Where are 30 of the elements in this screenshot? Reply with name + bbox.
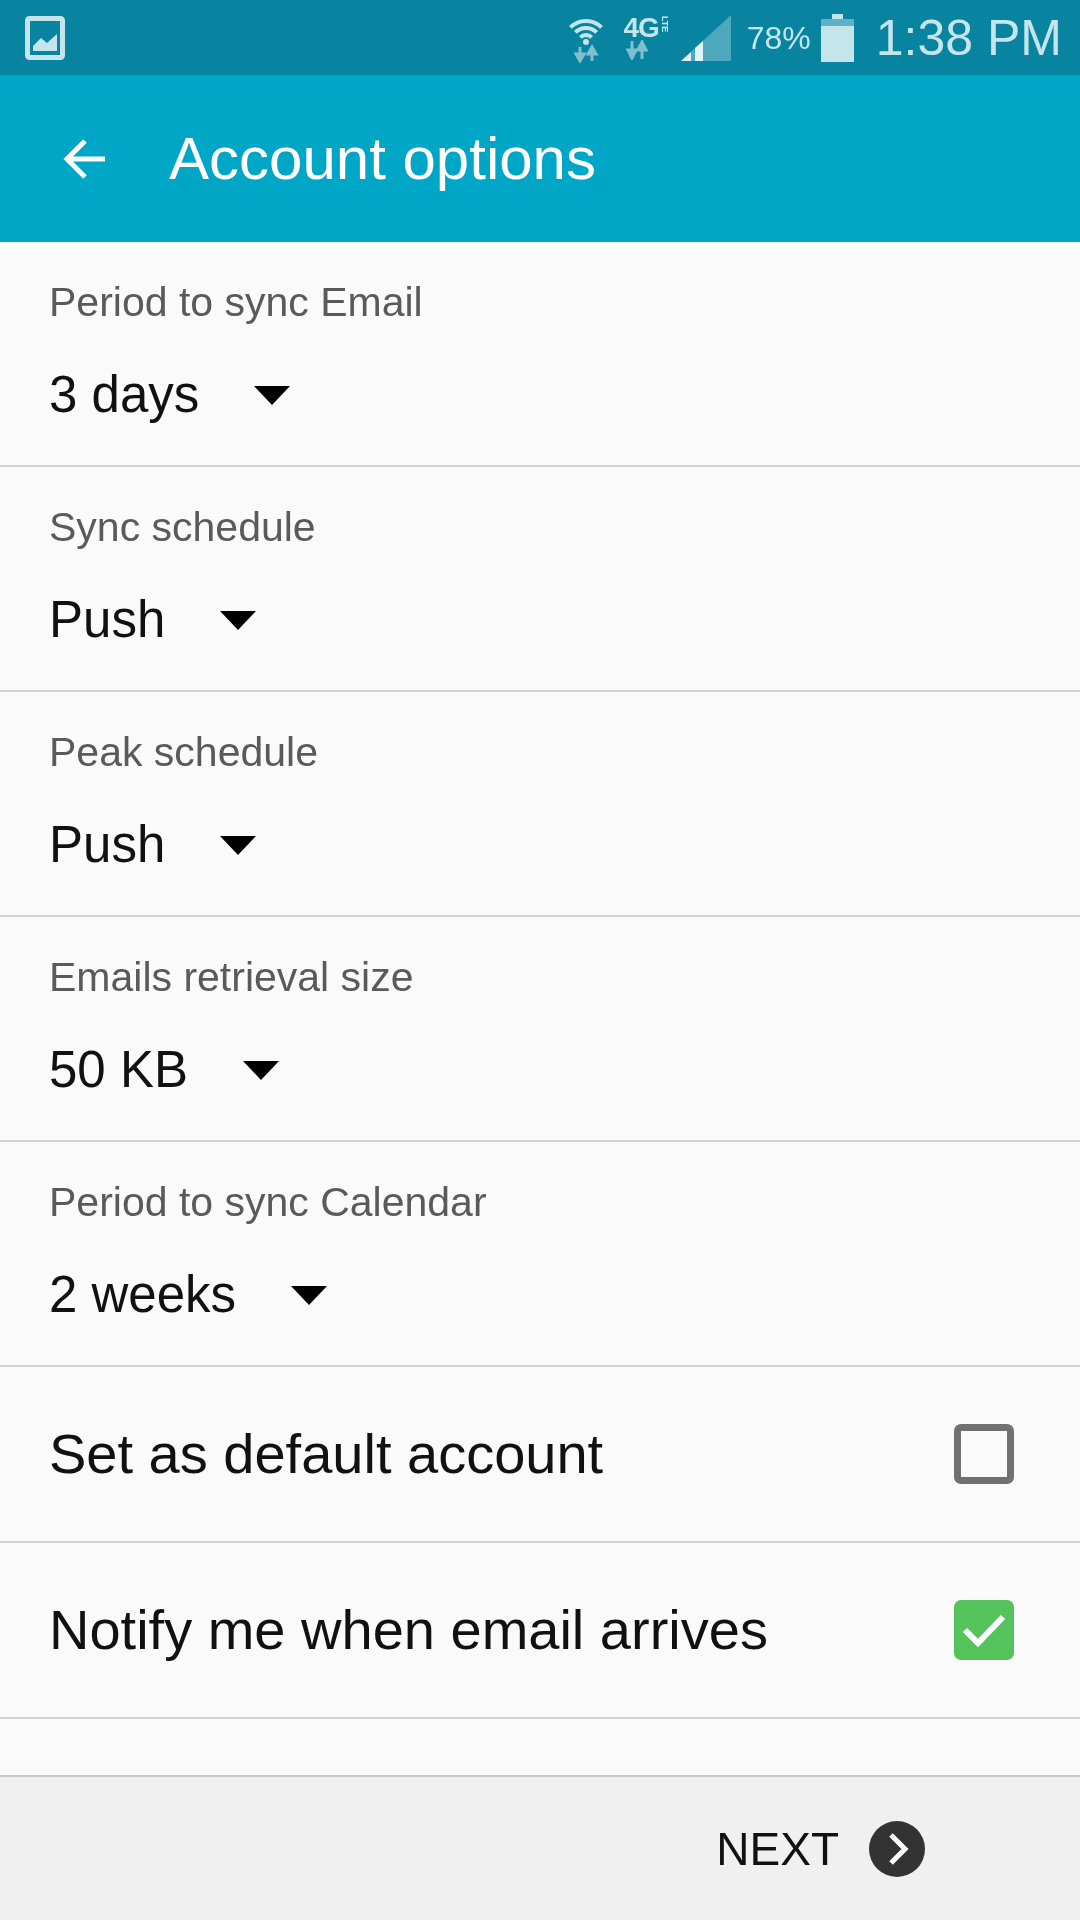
setting-label: Set as default account (49, 1421, 604, 1488)
caret-icon (220, 610, 257, 630)
caret-icon (220, 835, 257, 855)
dropdown[interactable]: 3 days (49, 365, 291, 425)
setting-label: Emails retrieval size (49, 953, 414, 1002)
setting-label: Period to sync Calendar (49, 1178, 487, 1227)
checkbox[interactable] (954, 1424, 1014, 1484)
setting-label: Peak schedule (49, 728, 318, 777)
clock: 1:38 PM (875, 12, 1062, 63)
checkbox[interactable] (954, 1600, 1014, 1660)
network-type: 4G (623, 15, 659, 40)
setting-label: Sync schedule (49, 503, 316, 552)
image-icon (25, 15, 65, 60)
chevron-circle-icon (869, 1820, 925, 1877)
battery-icon (820, 13, 854, 62)
setting-label: Notify me when email arrives (49, 1597, 768, 1664)
dropdown[interactable]: Push (49, 815, 257, 875)
caret-icon (242, 1060, 279, 1080)
dropdown[interactable]: Push (49, 590, 257, 650)
setting-label: Period to sync Email (49, 278, 423, 327)
next-button[interactable]: NEXT (716, 1820, 925, 1877)
dropdown[interactable]: 50 KB (49, 1040, 279, 1100)
dropdown[interactable]: 2 weeks (49, 1265, 328, 1325)
signal-icon (680, 14, 731, 61)
screen-title: Account options (169, 123, 596, 194)
caret-icon (291, 1285, 328, 1305)
check-icon (962, 1613, 1006, 1647)
caret-icon (254, 385, 291, 405)
battery-percent: 78% (746, 21, 811, 54)
network-subtype: LTE (659, 15, 669, 32)
